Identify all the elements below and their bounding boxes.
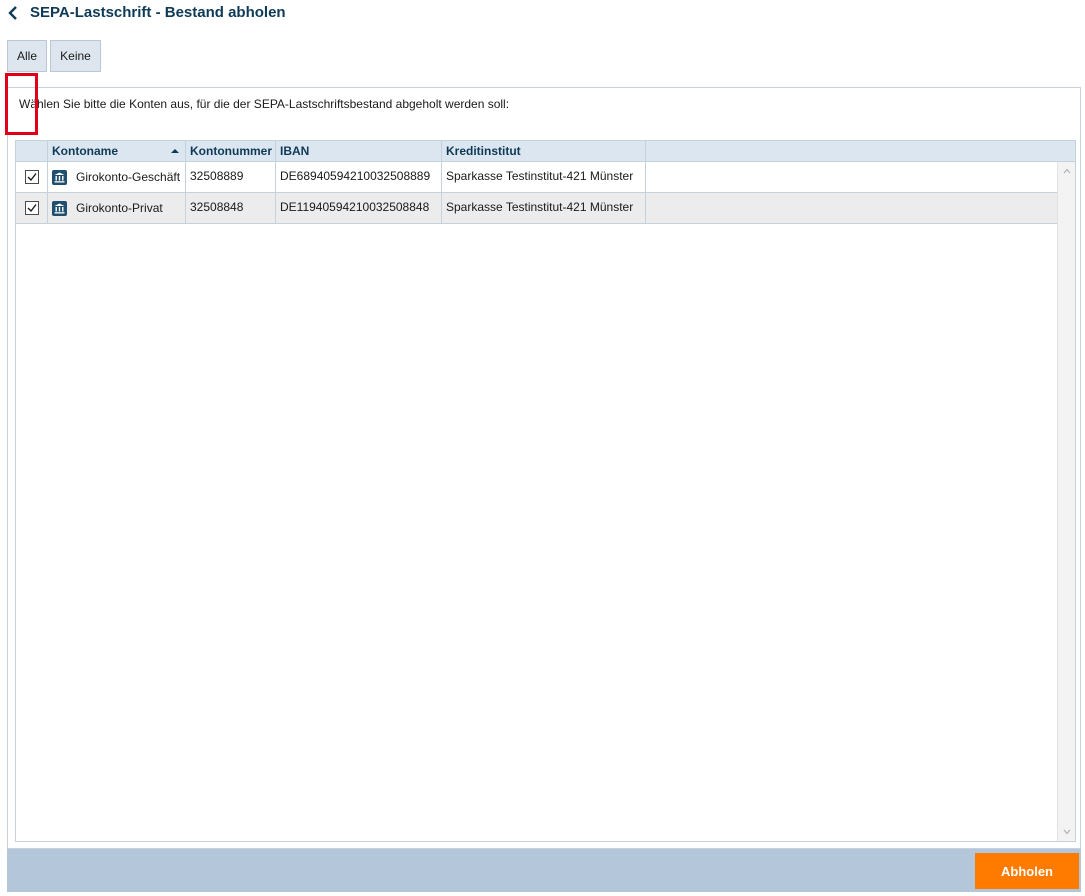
row-checkbox[interactable] xyxy=(25,170,39,184)
account-selection-panel: Wählen Sie bitte die Konten aus, für die… xyxy=(7,87,1081,849)
select-all-button[interactable]: Alle xyxy=(7,40,47,72)
fetch-button[interactable]: Abholen xyxy=(975,853,1079,889)
iban-cell: DE68940594210032508889 xyxy=(276,162,442,192)
column-header-kontoname[interactable]: Kontoname xyxy=(48,141,186,162)
row-checkbox[interactable] xyxy=(25,201,39,215)
page-header: SEPA-Lastschrift - Bestand abholen xyxy=(0,0,1085,28)
accounts-table: Kontoname Kontonummer IBAN Kreditinstitu… xyxy=(15,140,1076,842)
column-header-kontonummer[interactable]: Kontonummer xyxy=(186,141,276,162)
page-title: SEPA-Lastschrift - Bestand abholen xyxy=(30,4,286,21)
checkmark-icon xyxy=(27,204,37,213)
table-row[interactable]: Girokonto-Geschäft 32508889 DE6894059421… xyxy=(16,162,1057,193)
account-number-cell: 32508848 xyxy=(186,193,276,223)
account-number-cell: 32508889 xyxy=(186,162,276,192)
table-header: Kontoname Kontonummer IBAN Kreditinstitu… xyxy=(16,141,1075,162)
column-header-iban[interactable]: IBAN xyxy=(276,141,442,162)
column-header-kreditinstitut[interactable]: Kreditinstitut xyxy=(442,141,646,162)
bank-cell: Sparkasse Testinstitut-421 Münster xyxy=(442,162,646,192)
checkbox-cell xyxy=(16,162,48,192)
select-none-button[interactable]: Keine xyxy=(50,40,101,72)
account-name: Girokonto-Geschäft xyxy=(76,170,181,184)
header-checkbox-column xyxy=(16,141,48,162)
sort-ascending-icon xyxy=(171,149,179,153)
column-label: Kontoname xyxy=(52,144,118,158)
bank-icon xyxy=(52,170,67,185)
back-button[interactable] xyxy=(6,4,22,22)
table-row[interactable]: Girokonto-Privat 32508848 DE119405942100… xyxy=(16,193,1057,224)
chevron-left-icon xyxy=(8,6,17,20)
scroll-up-icon xyxy=(1063,168,1071,174)
checkmark-icon xyxy=(27,173,37,182)
bank-cell: Sparkasse Testinstitut-421 Münster xyxy=(442,193,646,223)
account-name-cell: Girokonto-Privat xyxy=(48,193,186,223)
instruction-text: Wählen Sie bitte die Konten aus, für die… xyxy=(19,97,510,111)
account-name-cell: Girokonto-Geschäft xyxy=(48,162,186,192)
checkbox-cell xyxy=(16,193,48,223)
account-name: Girokonto-Privat xyxy=(76,201,163,215)
footer-bar: Abholen xyxy=(7,849,1081,892)
bank-icon xyxy=(52,201,67,216)
scroll-down-icon xyxy=(1063,829,1071,835)
table-scrollbar[interactable] xyxy=(1057,162,1075,841)
iban-cell: DE11940594210032508848 xyxy=(276,193,442,223)
